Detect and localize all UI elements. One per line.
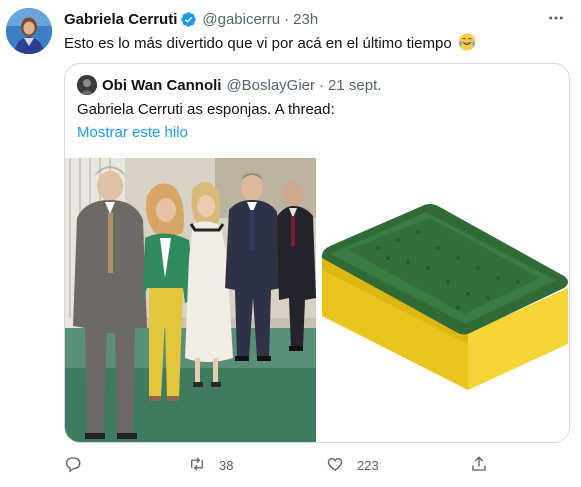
header-separator: · [284,10,290,28]
like-button[interactable]: 223 [326,455,379,476]
reply-button[interactable] [64,455,82,476]
tweet-text: Esto es lo más divertido que vi por acá … [64,33,476,54]
more-options-icon[interactable] [545,8,567,28]
like-count: 223 [357,457,379,473]
retweet-count: 38 [219,457,234,473]
face-with-tears-of-joy-icon [458,33,476,51]
share-icon [470,455,488,476]
retweet-icon [188,455,206,476]
author-avatar[interactable] [6,8,52,54]
group-photo[interactable] [65,158,316,442]
quoted-tweet-text: Gabriela Cerruti as esponjas. A thread: [77,101,335,118]
quoted-tweet-header: Obi Wan Cannoli @BoslayGier · 21 sept. [77,75,381,95]
tweet-card[interactable]: Gabriela Cerruti @gabicerru · 23h Esto e… [0,0,581,487]
quoted-author-name: Obi Wan Cannoli [102,76,222,94]
tweet-body: Esto es lo más divertido que vi por acá … [64,35,452,52]
quoted-author-handle: @BoslayGier [226,76,316,94]
quoted-tweet-time: 21 sept. [328,76,382,94]
quoted-media[interactable] [65,158,569,442]
quoted-header-separator: · [319,76,325,94]
quoted-tweet[interactable]: Obi Wan Cannoli @BoslayGier · 21 sept. G… [64,63,570,443]
tweet-time[interactable]: 23h [293,11,318,28]
retweet-button[interactable]: 38 [188,455,233,476]
heart-icon [326,455,344,476]
author-name[interactable]: Gabriela Cerruti [64,11,177,28]
kitchen-sponge-image[interactable] [318,158,569,442]
tweet-actions: 38 223 [64,454,534,476]
reply-icon [64,455,82,476]
tweet-header: Gabriela Cerruti @gabicerru · 23h [64,9,541,29]
show-thread-link[interactable]: Mostrar este hilo [77,123,188,143]
quoted-author-avatar [77,75,97,95]
author-handle[interactable]: @gabicerru [202,11,280,28]
share-button[interactable] [470,455,488,476]
verified-badge-icon [180,11,197,28]
